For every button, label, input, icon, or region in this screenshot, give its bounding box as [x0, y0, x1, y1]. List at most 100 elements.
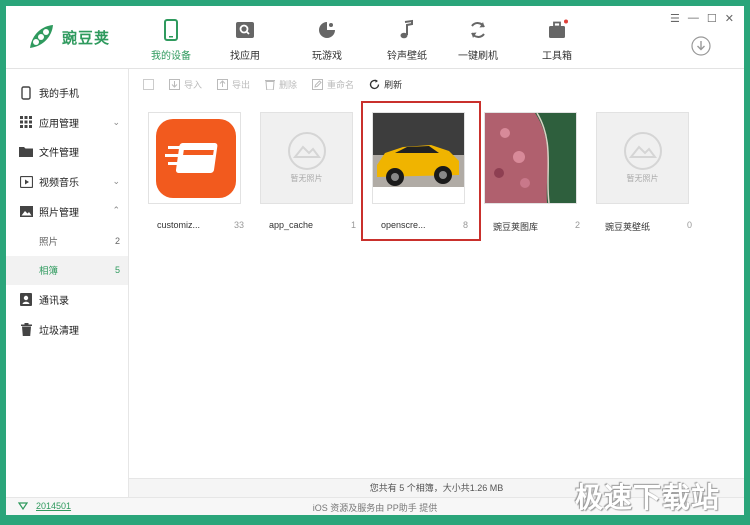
delete-button[interactable]: 删除	[265, 78, 297, 91]
toolbox-icon	[549, 19, 568, 38]
sidebar-item-photo-management[interactable]: 照片管理 ⌃	[6, 196, 128, 226]
sidebar-subitem-albums[interactable]: 相簿 5	[6, 255, 128, 286]
album-name: 豌豆荚图库	[493, 222, 539, 232]
app-window: 豌豆荚 我的设备 找应用 玩游戏 铃声壁纸 一键刷机 工具箱 ☰ — ☐ ✕ 我…	[6, 6, 744, 515]
import-label: 导入	[184, 79, 203, 90]
download-icon[interactable]	[691, 36, 711, 56]
app-logo: 豌豆荚	[26, 20, 110, 54]
grid-icon	[19, 115, 33, 129]
app-name: 豌豆荚	[62, 29, 111, 47]
empty-placeholder: 暂无照片	[597, 113, 688, 203]
chevron-down-icon[interactable]: ⌄	[112, 117, 120, 128]
delete-label: 删除	[279, 79, 298, 90]
nav-label: 工具箱	[542, 51, 572, 62]
nav-my-device[interactable]: 我的设备	[136, 14, 206, 64]
refresh-icon	[369, 79, 380, 89]
album-thumbnail: 暂无照片	[261, 113, 352, 203]
sidebar-item-label: 文件管理	[39, 148, 79, 160]
sidebar: 我的手机 应用管理 ⌄ 文件管理 视频音乐 ⌄ 照片管理 ⌃ 照片 2 相簿 5	[6, 69, 129, 497]
photo-icon	[19, 204, 33, 218]
empty-photo-icon	[624, 132, 662, 170]
nav-label: 铃声壁纸	[387, 51, 427, 62]
album-thumbnail	[149, 113, 240, 203]
pea-pod-icon	[30, 25, 53, 48]
chevron-down-icon[interactable]: ⌄	[112, 176, 120, 187]
album-card[interactable]: 豌豆荚图库 2	[483, 111, 582, 237]
window-controls: ☰ — ☐ ✕	[670, 12, 734, 25]
phone-icon	[164, 19, 178, 41]
chevron-up-icon[interactable]: ⌃	[112, 205, 120, 216]
album-name: customiz...	[157, 220, 201, 230]
nav-label: 找应用	[230, 51, 260, 62]
selection-highlight	[361, 101, 481, 241]
placeholder-text: 暂无照片	[290, 174, 323, 183]
album-thumbnail	[485, 113, 576, 203]
video-icon	[19, 175, 33, 189]
minimize-icon[interactable]: —	[688, 12, 699, 25]
sidebar-item-label: 通讯录	[39, 296, 69, 308]
select-all-checkbox[interactable]	[143, 78, 154, 90]
sidebar-subitem-label: 照片	[39, 236, 59, 248]
refresh-label: 刷新	[384, 79, 403, 90]
sidebar-item-junk-clean[interactable]: 垃圾清理	[6, 315, 128, 345]
import-icon	[169, 78, 180, 90]
album-card[interactable]: 暂无照片 app_cache 1	[259, 111, 358, 237]
sidebar-item-app-management[interactable]: 应用管理 ⌄	[6, 108, 128, 138]
empty-placeholder: 暂无照片	[261, 113, 352, 203]
nav-flash[interactable]: 一键刷机	[443, 14, 513, 64]
refresh-icon	[471, 22, 485, 38]
sidebar-item-label: 垃圾清理	[39, 326, 79, 338]
export-label: 导出	[232, 79, 251, 90]
sidebar-item-file-management[interactable]: 文件管理	[6, 137, 128, 167]
album-name: app_cache	[269, 220, 314, 230]
folder-icon	[19, 145, 33, 159]
sidebar-subitem-photos[interactable]: 照片 2	[6, 226, 128, 256]
sidebar-item-my-phone[interactable]: 我的手机	[6, 78, 128, 108]
nav-label: 我的设备	[151, 51, 191, 62]
sidebar-item-label: 应用管理	[39, 118, 79, 130]
maximize-icon[interactable]: ☐	[707, 12, 717, 25]
album-count: 1	[350, 220, 356, 230]
trash-icon	[19, 323, 33, 337]
export-icon	[217, 78, 229, 90]
close-icon[interactable]: ✕	[725, 12, 734, 25]
refresh-button[interactable]: 刷新	[369, 78, 402, 91]
landscape-photo-thumbnail	[485, 113, 576, 203]
sidebar-subitem-count: 5	[114, 265, 120, 276]
nav-label: 一键刷机	[458, 51, 498, 62]
album-card[interactable]: 暂无照片 豌豆荚壁纸 0	[595, 111, 694, 237]
album-count: 0	[686, 220, 692, 230]
rename-label: 重命名	[327, 79, 355, 90]
menu-icon[interactable]: ☰	[670, 12, 680, 25]
sidebar-subitem-count: 2	[114, 235, 120, 246]
album-count: 2	[574, 220, 580, 230]
edit-icon	[312, 78, 324, 90]
header: 豌豆荚 我的设备 找应用 玩游戏 铃声壁纸 一键刷机 工具箱 ☰ — ☐ ✕	[6, 6, 744, 69]
nav-find-apps[interactable]: 找应用	[210, 14, 280, 64]
import-button[interactable]: 导入	[169, 78, 202, 91]
empty-photo-icon	[288, 132, 326, 170]
album-thumbnail: 暂无照片	[597, 113, 688, 203]
watermark: 极速下载站	[575, 482, 721, 513]
nav-ringtones[interactable]: 铃声壁纸	[372, 14, 442, 64]
album-count: 33	[233, 220, 244, 230]
sidebar-item-label: 我的手机	[39, 89, 79, 101]
app-search-icon	[236, 22, 254, 38]
trash-icon	[265, 79, 276, 90]
contacts-icon	[19, 293, 33, 307]
rename-button[interactable]: 重命名	[312, 78, 354, 91]
nav-toolbox[interactable]: 工具箱	[522, 14, 592, 64]
game-icon	[319, 22, 335, 38]
nav-games[interactable]: 玩游戏	[292, 14, 362, 64]
sidebar-item-contacts[interactable]: 通讯录	[6, 285, 128, 315]
music-note-icon	[400, 19, 413, 39]
album-card[interactable]: customiz... 33	[147, 111, 246, 237]
sidebar-item-video-music[interactable]: 视频音乐 ⌄	[6, 167, 128, 197]
sidebar-item-label: 照片管理	[39, 207, 79, 219]
app-logo-thumbnail	[149, 113, 240, 203]
export-button[interactable]: 导出	[217, 78, 250, 91]
placeholder-text: 暂无照片	[626, 174, 659, 183]
sidebar-subitem-label: 相簿	[39, 266, 59, 278]
album-name: 豌豆荚壁纸	[605, 222, 651, 232]
phone-icon	[19, 86, 33, 100]
